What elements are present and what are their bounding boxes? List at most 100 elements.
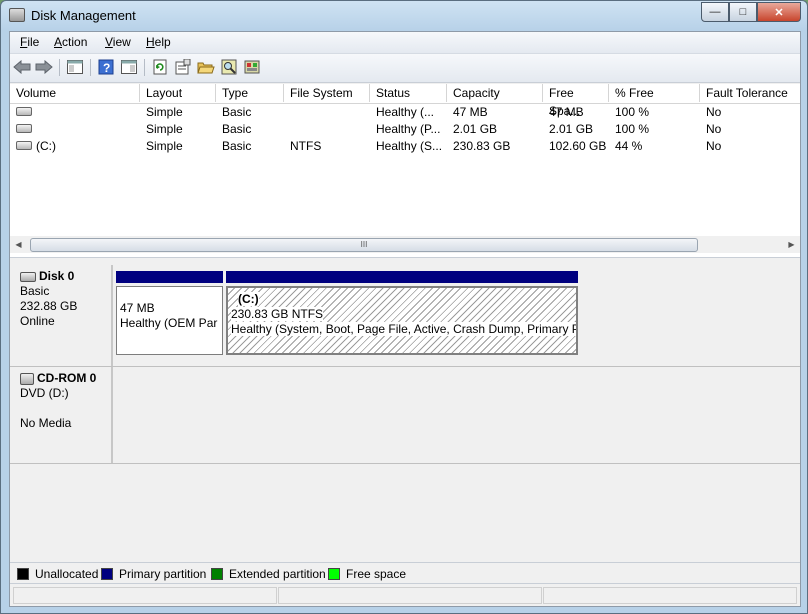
menu-bar: File Action View Help [10,32,800,54]
rescan-disks-icon [244,60,260,74]
menu-help[interactable]: Help [146,35,171,49]
explore-icon [221,59,237,75]
column-header-status[interactable]: Status [370,84,447,102]
layout-cell: Simple [146,122,183,136]
toolbar: ? [10,54,800,83]
properties-button[interactable] [174,58,192,76]
status-pane [13,587,277,604]
client-area: File Action View Help ? Volume Layout Ty… [9,31,801,607]
file-system-cell [284,121,370,138]
rescan-disks-button[interactable] [243,58,261,76]
status-bar [10,583,800,606]
forward-arrow-icon [35,60,53,74]
column-header-percent-free[interactable]: % Free [609,84,700,102]
free-space-cell: 102.60 GB [549,139,607,153]
properties-pane-button[interactable] [120,58,138,76]
disk-row-disk-0[interactable]: Disk 0 Basic 232.88 GB Online 47 MB Heal… [10,265,800,367]
capacity-cell: 230.83 GB [453,139,511,153]
disk-row-cdrom-0[interactable]: CD-ROM 0 DVD (D:) No Media [10,367,800,464]
capacity-cell: 2.01 GB [453,122,498,136]
toolbar-separator [59,59,60,76]
show-hide-console-tree-button[interactable] [66,58,84,76]
file-system-cell: NTFS [290,139,322,153]
partition-size: 230.83 GB NTFS [231,307,324,321]
partition-status: Healthy (OEM Par [120,316,218,330]
column-header-capacity[interactable]: Capacity [447,84,543,102]
arrow-right-icon: ▶ [788,240,795,249]
partition-status: Healthy (System, Boot, Page File, Active… [231,322,578,336]
column-header-free-space[interactable]: Free Spa... [543,84,609,118]
partition-c[interactable]: (C:) 230.83 GB NTFS Healthy (System, Boo… [226,271,578,355]
status-pane [543,587,797,604]
scrollbar-thumb[interactable]: III [30,238,698,252]
menu-view[interactable]: View [105,35,131,49]
show-hide-console-tree-icon [67,60,83,74]
horizontal-scrollbar[interactable]: ◀ III ▶ [10,236,800,253]
maximize-button[interactable]: □ [729,2,757,22]
drive-icon [16,141,32,151]
status-cell: Healthy (... [376,105,435,119]
file-system-cell [284,104,370,121]
partition-volume-label: (C:) [238,292,259,306]
arrow-left-icon: ◀ [15,240,22,249]
close-icon: ✕ [774,6,784,19]
primary-partition-bar [116,271,223,283]
disk-management-window: Disk Management — □ ✕ File Action View H… [0,0,808,614]
disk-state: No Media [20,416,72,430]
free-space-cell: 2.01 GB [549,122,594,136]
help-button[interactable]: ? [97,58,115,76]
disk-info-cdrom-0[interactable]: CD-ROM 0 DVD (D:) No Media [10,367,113,463]
column-header-volume[interactable]: Volume [10,84,140,102]
disk-type: DVD (D:) [20,386,69,400]
legend-swatch-unallocated [17,568,29,580]
explore-button[interactable] [220,58,238,76]
table-row[interactable]: Simple Basic Healthy (P... 2.01 GB 2.01 … [10,121,800,138]
legend-swatch-free [328,568,340,580]
disk-management-app-icon [9,8,25,22]
properties-pane-icon [121,60,137,74]
partition-oem[interactable]: 47 MB Healthy (OEM Par [116,271,223,355]
back-arrow-icon [13,60,31,74]
minimize-icon: — [709,6,721,18]
refresh-button[interactable] [151,58,169,76]
forward-button[interactable] [35,58,53,76]
disk-info-disk-0[interactable]: Disk 0 Basic 232.88 GB Online [10,265,113,366]
grip-icon: III [360,240,368,249]
column-header-layout[interactable]: Layout [140,84,216,102]
partition-size: 47 MB [120,301,155,315]
title-bar[interactable]: Disk Management — □ ✕ [1,1,807,31]
fault-tolerance-cell: No [706,122,722,136]
minimize-button[interactable]: — [701,2,729,22]
legend: Unallocated Primary partition Extended p… [10,562,800,583]
maximize-icon: □ [739,6,747,18]
legend-item: Primary partition [101,567,206,581]
drive-icon [16,107,32,117]
legend-item: Extended partition [211,567,326,581]
layout-cell: Simple [146,139,183,153]
open-folder-icon [197,62,215,74]
type-cell: Basic [222,122,252,136]
table-row[interactable]: Simple Basic Healthy (... 47 MB 47 MB 10… [10,104,800,121]
open-button[interactable] [197,58,215,76]
scroll-right-button[interactable]: ▶ [783,236,800,253]
column-header-file-system[interactable]: File System [284,84,370,102]
back-button[interactable] [13,58,31,76]
close-button[interactable]: ✕ [757,2,801,22]
table-row[interactable]: (C:) Simple Basic NTFS Healthy (S... 230… [10,138,800,155]
fault-tolerance-cell: No [706,105,722,119]
column-header-type[interactable]: Type [216,84,284,102]
column-header-fault-tolerance[interactable]: Fault Tolerance [700,84,800,102]
percent-free-cell: 100 % [615,122,650,136]
drive-icon [16,124,32,134]
primary-partition-bar [226,271,578,283]
legend-swatch-extended [211,568,223,580]
volume-cell [10,121,140,138]
partition-body: 47 MB Healthy (OEM Par [116,286,223,355]
legend-item: Unallocated [17,567,98,581]
disk-state: Online [20,314,55,328]
capacity-cell: 47 MB [453,105,488,119]
menu-file[interactable]: File [20,35,39,49]
legend-item: Free space [328,567,406,581]
scroll-left-button[interactable]: ◀ [10,236,27,253]
menu-action[interactable]: Action [54,35,87,49]
